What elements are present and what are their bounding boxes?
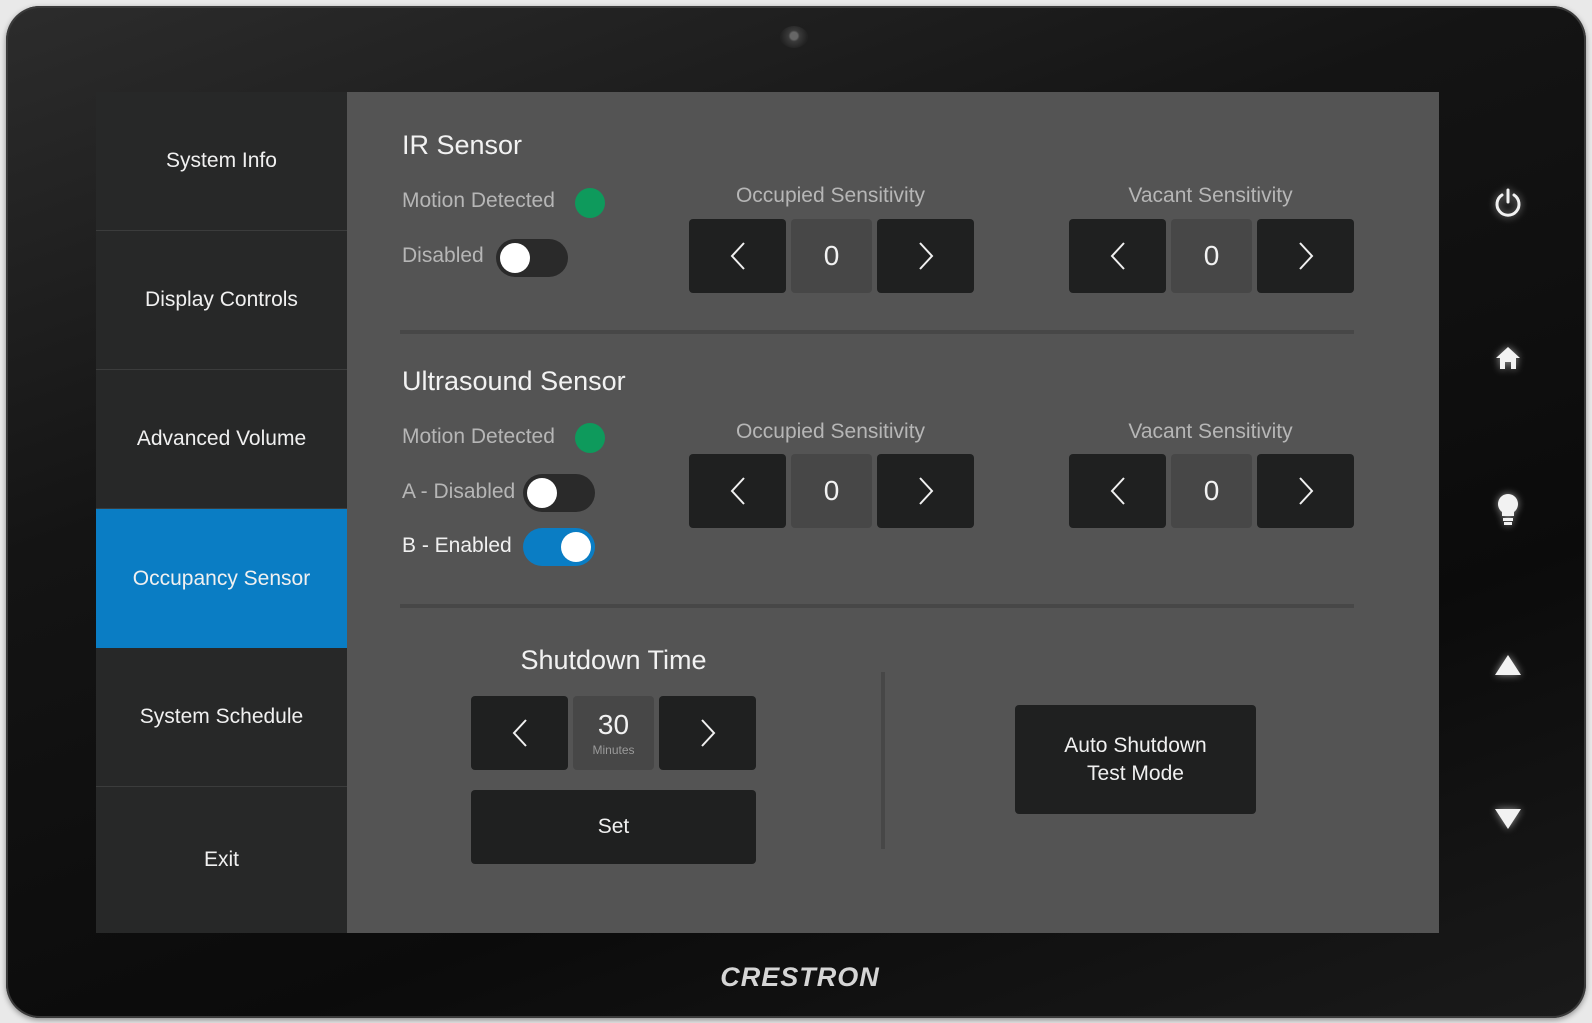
touch-screen: System Info Display Controls Advanced Vo… — [96, 92, 1439, 933]
chevron-right-icon — [700, 719, 715, 747]
ir-toggle-label: Disabled — [402, 244, 484, 267]
value-text: 0 — [823, 475, 840, 506]
sidebar-item-system-info[interactable]: System Info — [96, 92, 347, 231]
power-icon[interactable] — [1488, 183, 1528, 223]
shutdown-increase-button[interactable] — [659, 696, 756, 770]
ultrasound-vacant-decrease-button[interactable] — [1069, 454, 1166, 528]
vertical-divider — [881, 672, 885, 849]
lightbulb-icon[interactable] — [1488, 490, 1528, 530]
test-mode-line2: Test Mode — [1087, 761, 1184, 785]
up-arrow-icon[interactable] — [1488, 645, 1528, 685]
toggle-knob — [500, 243, 530, 273]
toggle-a-label: A - Disabled — [402, 480, 516, 503]
camera-lens — [780, 26, 808, 48]
brand-logo: CRESTRON — [720, 962, 880, 992]
value-text: 0 — [823, 240, 840, 271]
shutdown-value-text: 30 — [597, 709, 630, 740]
toggle-knob — [561, 532, 591, 562]
chevron-right-icon — [1298, 242, 1313, 270]
ultrasound-motion-label: Motion Detected — [402, 425, 555, 448]
ir-motion-indicator — [575, 188, 605, 218]
shutdown-unit-text: Minutes — [592, 743, 635, 757]
ir-occupied-label: Occupied Sensitivity — [735, 184, 926, 207]
chevron-left-icon — [730, 477, 745, 505]
ir-sensor-toggle[interactable] — [496, 239, 568, 277]
section-divider — [400, 604, 1354, 608]
down-arrow-icon[interactable] — [1488, 799, 1528, 839]
section-divider — [400, 330, 1354, 334]
sidebar-item-occupancy-sensor[interactable]: Occupancy Sensor — [96, 509, 347, 648]
chevron-left-icon — [512, 719, 527, 747]
ultrasound-motion-indicator — [575, 423, 605, 453]
chevron-right-icon — [918, 242, 933, 270]
ultrasound-vacant-label: Vacant Sensitivity — [1128, 420, 1293, 443]
chevron-right-icon — [918, 477, 933, 505]
ir-occupied-decrease-button[interactable] — [689, 219, 786, 293]
sidebar: System Info Display Controls Advanced Vo… — [96, 92, 347, 933]
ir-vacant-label: Vacant Sensitivity — [1128, 184, 1293, 207]
ultrasound-occupied-value: 0 — [791, 454, 872, 528]
ir-vacant-value: 0 — [1171, 219, 1252, 293]
ir-occupied-increase-button[interactable] — [877, 219, 974, 293]
chevron-left-icon — [1110, 242, 1125, 270]
shutdown-decrease-button[interactable] — [471, 696, 568, 770]
ultrasound-a-toggle[interactable] — [523, 474, 595, 512]
set-button[interactable]: Set — [471, 790, 756, 864]
ultrasound-occupied-label: Occupied Sensitivity — [735, 420, 926, 443]
sidebar-item-system-schedule[interactable]: System Schedule — [96, 648, 347, 787]
ir-motion-label: Motion Detected — [402, 189, 555, 212]
auto-shutdown-test-mode-button[interactable]: Auto Shutdown Test Mode — [1015, 705, 1256, 814]
test-mode-line1: Auto Shutdown — [1064, 733, 1207, 757]
ultrasound-vacant-increase-button[interactable] — [1257, 454, 1354, 528]
sidebar-item-advanced-volume[interactable]: Advanced Volume — [96, 370, 347, 509]
ultrasound-occupied-decrease-button[interactable] — [689, 454, 786, 528]
toggle-knob — [527, 478, 557, 508]
chevron-left-icon — [1110, 477, 1125, 505]
toggle-b-label: B - Enabled — [402, 534, 512, 557]
ir-vacant-decrease-button[interactable] — [1069, 219, 1166, 293]
sidebar-item-display-controls[interactable]: Display Controls — [96, 231, 347, 370]
chevron-right-icon — [1298, 477, 1313, 505]
ultrasound-vacant-value: 0 — [1171, 454, 1252, 528]
shutdown-time-title: Shutdown Time — [520, 645, 707, 675]
ir-sensor-title: IR Sensor — [402, 130, 523, 160]
chevron-left-icon — [730, 242, 745, 270]
sidebar-item-exit[interactable]: Exit — [96, 787, 347, 933]
home-icon[interactable] — [1488, 338, 1528, 378]
ir-vacant-increase-button[interactable] — [1257, 219, 1354, 293]
ultrasound-b-toggle[interactable] — [523, 528, 595, 566]
value-text: 0 — [1203, 475, 1220, 506]
value-text: 0 — [1203, 240, 1220, 271]
shutdown-time-value: 30 Minutes — [573, 696, 654, 770]
ultrasound-sensor-title: Ultrasound Sensor — [402, 366, 626, 396]
ultrasound-occupied-increase-button[interactable] — [877, 454, 974, 528]
ir-occupied-value: 0 — [791, 219, 872, 293]
